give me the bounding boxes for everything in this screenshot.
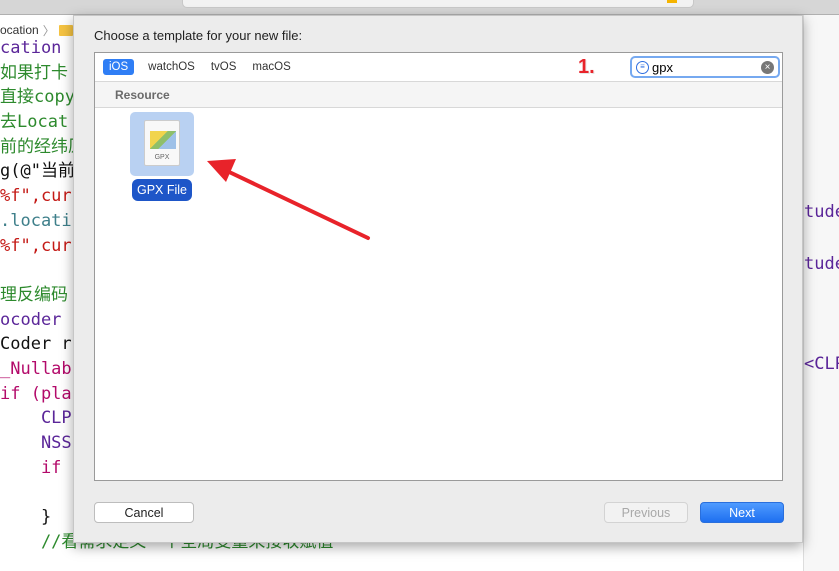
activity-viewer [182, 0, 694, 8]
template-panel: iOS watchOS tvOS macOS 1. ≡ × Resource G… [94, 52, 783, 481]
template-item-gpx-file[interactable]: GPX GPX File [129, 112, 195, 201]
tab-ios[interactable]: iOS [103, 59, 135, 75]
code-editor-right[interactable]: tude tude <CLP [803, 15, 839, 571]
breadcrumb-item[interactable]: ocation [0, 23, 39, 37]
dialog-title: Choose a template for your new file: [94, 28, 303, 43]
search-field[interactable]: ≡ × [630, 56, 780, 78]
code-line: <CLP [804, 354, 839, 374]
previous-button[interactable]: Previous [604, 502, 688, 523]
next-button[interactable]: Next [700, 502, 784, 523]
filter-icon: ≡ [636, 60, 649, 74]
tab-watchos[interactable]: watchOS [142, 59, 201, 75]
step-annotation: 1. [578, 56, 595, 78]
code-line: tude [804, 202, 839, 222]
window-title-bar [0, 0, 839, 15]
new-file-template-dialog: Choose a template for your new file: iOS… [73, 15, 803, 543]
tab-macos[interactable]: macOS [246, 59, 296, 75]
warning-icon [667, 0, 677, 3]
cancel-button[interactable]: Cancel [94, 502, 194, 523]
clear-icon[interactable]: × [761, 61, 774, 74]
code-line: tude [804, 254, 839, 274]
tab-tvos[interactable]: tvOS [205, 59, 243, 75]
search-input[interactable] [652, 59, 752, 75]
gpx-file-icon: GPX [130, 112, 194, 176]
folder-icon [58, 24, 73, 36]
template-item-label: GPX File [131, 179, 192, 201]
section-header: Resource [95, 82, 782, 108]
